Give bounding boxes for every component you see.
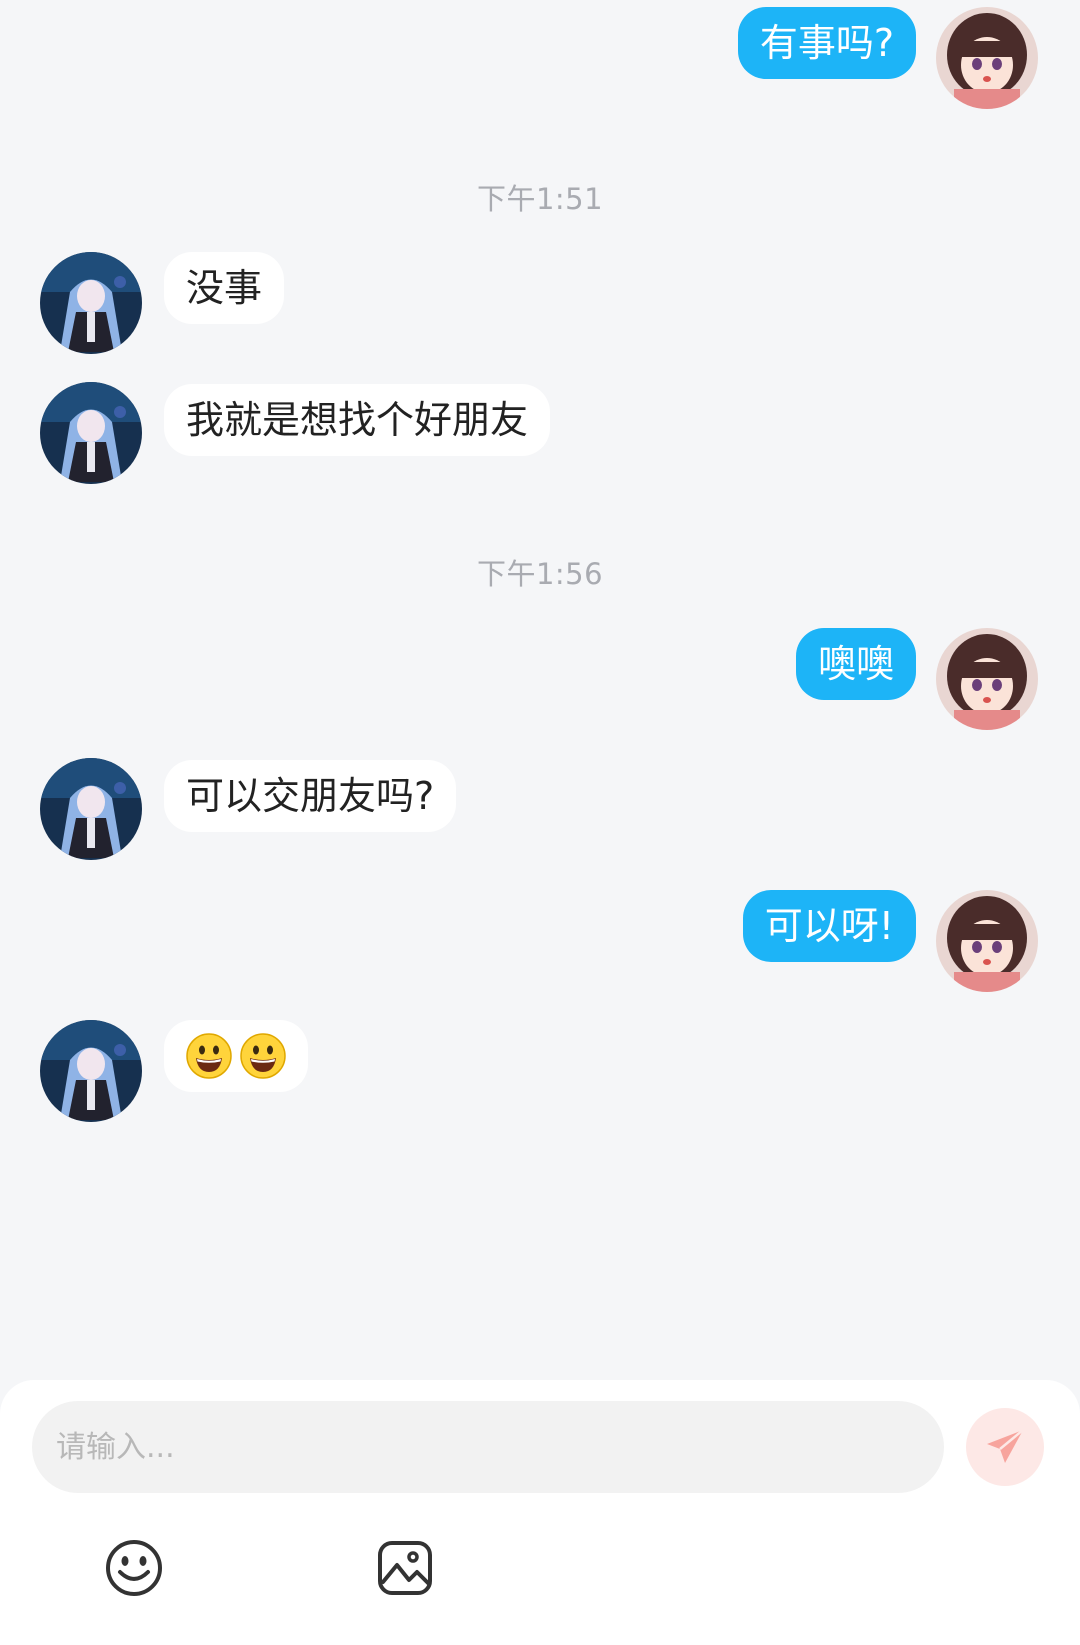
- grinning-face-icon: [240, 1033, 286, 1079]
- send-button[interactable]: [966, 1408, 1044, 1486]
- message-bubble-outgoing[interactable]: 噢噢: [795, 628, 916, 700]
- grinning-face-icon: [186, 1033, 232, 1079]
- message-timestamp: 下午1:51: [476, 182, 604, 216]
- contact-avatar[interactable]: [40, 252, 142, 354]
- message-bubble-incoming[interactable]: 没事: [164, 252, 285, 324]
- message-bubble-outgoing[interactable]: 可以呀!: [742, 890, 916, 962]
- message-bubble-incoming[interactable]: [164, 1020, 308, 1092]
- contact-avatar[interactable]: [40, 758, 142, 860]
- paper-plane-icon: [987, 1429, 1024, 1463]
- message-bubble-outgoing[interactable]: 有事吗?: [737, 7, 916, 79]
- my-avatar[interactable]: [936, 7, 1038, 109]
- contact-avatar[interactable]: [40, 1020, 142, 1122]
- message-composer: [0, 1380, 1080, 1645]
- contact-avatar[interactable]: [40, 382, 142, 484]
- my-avatar[interactable]: [936, 628, 1038, 730]
- image-icon[interactable]: [375, 1538, 435, 1598]
- message-bubble-incoming[interactable]: 我就是想找个好朋友: [164, 384, 551, 456]
- emoji-icon[interactable]: [104, 1538, 164, 1598]
- message-list[interactable]: 有事吗? 下午1:51 没事 我就是想找个好朋友 下午1:56 噢噢 可以交朋友…: [0, 0, 1080, 1380]
- my-avatar[interactable]: [936, 890, 1038, 992]
- message-timestamp: 下午1:56: [476, 557, 604, 591]
- message-bubble-incoming[interactable]: 可以交朋友吗?: [164, 760, 457, 832]
- message-input[interactable]: [32, 1401, 944, 1493]
